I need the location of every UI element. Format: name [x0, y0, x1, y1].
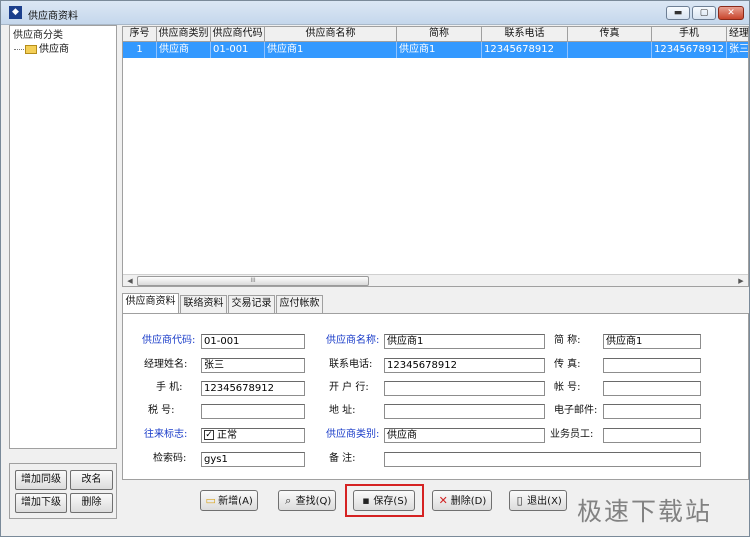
add-sibling-button[interactable]: 增加同级 — [15, 470, 67, 490]
column-header[interactable]: 经理 — [727, 27, 748, 42]
mobile-label: 手 机: — [156, 382, 183, 393]
address-field[interactable] — [384, 404, 545, 419]
short-name-field[interactable]: 供应商1 — [603, 334, 701, 349]
detail-tabs: 供应商资料 联络资料 交易记录 应付帐款 — [122, 293, 749, 314]
save-button-highlight — [345, 484, 424, 517]
column-header[interactable]: 联系电话 — [482, 27, 568, 42]
mobile-field[interactable]: 12345678912 — [201, 381, 305, 396]
column-header[interactable]: 手机 — [652, 27, 727, 42]
maximize-button[interactable]: ▢ — [692, 6, 716, 20]
search-icon: ⌕ — [285, 494, 292, 507]
tree-connector — [14, 48, 24, 50]
address-label: 地 址: — [329, 405, 356, 416]
remark-label: 备 注: — [329, 453, 356, 464]
search-code-field[interactable]: gys1 — [201, 452, 305, 467]
grid-header: 序号 供应商类别 供应商代码 供应商名称 简称 联系电话 传真 手机 经理 — [123, 27, 748, 42]
email-field[interactable] — [603, 404, 701, 419]
code-label: 供应商代码: — [142, 335, 196, 346]
fax-label: 传 真: — [554, 359, 581, 370]
tree-node-label: 供应商 — [39, 44, 69, 55]
supplier-grid[interactable]: 序号 供应商类别 供应商代码 供应商名称 简称 联系电话 传真 手机 经理 1 … — [122, 26, 749, 287]
account-label: 帐 号: — [554, 382, 581, 393]
find-button[interactable]: ⌕ 查找(Q) — [278, 490, 336, 511]
tax-label: 税 号: — [148, 405, 175, 416]
rename-button[interactable]: 改名 — [70, 470, 113, 490]
tab-transactions[interactable]: 交易记录 — [228, 295, 275, 313]
table-cell: 供应商1 — [397, 42, 482, 58]
scroll-thumb[interactable]: III — [137, 276, 369, 286]
close-button[interactable]: ✕ — [718, 6, 744, 20]
flag-label: 往来标志: — [144, 429, 188, 440]
window-title: 供应商资料 — [28, 11, 78, 22]
flag-field[interactable]: ✓ 正常 — [201, 428, 305, 443]
table-cell: 12345678912 — [482, 42, 568, 58]
delete-category-button[interactable]: 删除 — [70, 493, 113, 513]
name-field[interactable]: 供应商1 — [384, 334, 545, 349]
folder-icon — [25, 44, 37, 54]
table-cell: 供应商 — [157, 42, 211, 58]
table-row[interactable]: 1 供应商 01-001 供应商1 供应商1 12345678912 12345… — [123, 42, 748, 58]
column-header[interactable]: 传真 — [568, 27, 652, 42]
tab-contact[interactable]: 联络资料 — [180, 295, 227, 313]
folder-icon: ▭ — [205, 494, 216, 507]
code-field[interactable]: 01-001 — [201, 334, 305, 349]
flag-value: 正常 — [217, 430, 237, 441]
title-bar: ◆ 供应商资料 ▬ ▢ ✕ — [1, 1, 749, 25]
search-code-label: 检索码: — [153, 453, 187, 464]
category-field[interactable]: 供应商 — [384, 428, 545, 443]
category-button-group: 增加同级 改名 增加下级 删除 — [9, 463, 117, 519]
exit-button-label: 退出(X) — [527, 496, 562, 507]
manager-field[interactable]: 张三 — [201, 358, 305, 373]
manager-label: 经理姓名: — [144, 359, 188, 370]
fax-field[interactable] — [603, 358, 701, 373]
table-cell: 12345678912 — [652, 42, 727, 58]
tree-header: 供应商分类 — [13, 30, 63, 41]
check-icon[interactable]: ✓ — [204, 430, 214, 440]
bank-label: 开 户 行: — [329, 382, 369, 393]
phone-field[interactable]: 12345678912 — [384, 358, 545, 373]
tree-node-supplier[interactable]: 供应商 — [14, 40, 69, 55]
phone-label: 联系电话: — [329, 359, 373, 370]
staff-label: 业务员工: — [550, 429, 594, 440]
add-child-button[interactable]: 增加下级 — [15, 493, 67, 513]
tab-payables[interactable]: 应付帐款 — [276, 295, 323, 313]
column-header[interactable]: 供应商名称 — [265, 27, 397, 42]
column-header[interactable]: 供应商代码 — [211, 27, 265, 42]
delete-x-icon: ✕ — [438, 494, 448, 507]
table-cell: 01-001 — [211, 42, 265, 58]
table-cell: 供应商1 — [265, 42, 397, 58]
table-cell — [568, 42, 652, 58]
bank-field[interactable] — [384, 381, 545, 396]
column-header[interactable]: 简称 — [397, 27, 482, 42]
table-cell: 张三 — [727, 42, 748, 58]
account-field[interactable] — [603, 381, 701, 396]
delete-button[interactable]: ✕ 删除(D) — [432, 490, 492, 511]
supplier-form: 供应商代码: 01-001 供应商名称: 供应商1 简 称: 供应商1 经理姓名… — [122, 313, 749, 480]
column-header[interactable]: 供应商类别 — [157, 27, 211, 42]
name-label: 供应商名称: — [326, 335, 380, 346]
short-name-label: 简 称: — [554, 335, 581, 346]
tab-supplier-info[interactable]: 供应商资料 — [122, 293, 179, 314]
remark-field[interactable] — [384, 452, 701, 467]
scroll-left-icon[interactable]: ◀ — [124, 276, 136, 286]
category-label: 供应商类别: — [326, 429, 380, 440]
delete-button-label: 删除(D) — [450, 496, 487, 507]
column-header[interactable]: 序号 — [123, 27, 157, 42]
table-cell: 1 — [123, 42, 157, 58]
tax-field[interactable] — [201, 404, 305, 419]
scroll-right-icon[interactable]: ▶ — [735, 276, 747, 286]
app-icon: ◆ — [9, 6, 22, 19]
new-button[interactable]: ▭ 新增(A) — [200, 490, 258, 511]
watermark-text: 极速下载站 — [577, 497, 713, 526]
exit-door-icon: ▯ — [516, 494, 523, 507]
new-button-label: 新增(A) — [218, 496, 253, 507]
exit-button[interactable]: ▯ 退出(X) — [509, 490, 567, 511]
find-button-label: 查找(Q) — [295, 496, 332, 507]
staff-field[interactable] — [603, 428, 701, 443]
minimize-button[interactable]: ▬ — [666, 6, 690, 20]
supplier-window: ◆ 供应商资料 ▬ ▢ ✕ 供应商分类 供应商 增加同级 改名 增加下级 删除 … — [0, 0, 750, 537]
email-label: 电子邮件: — [554, 405, 598, 416]
horizontal-scrollbar[interactable]: ◀ III ▶ — [123, 274, 748, 286]
category-tree[interactable]: 供应商分类 供应商 — [9, 25, 117, 449]
